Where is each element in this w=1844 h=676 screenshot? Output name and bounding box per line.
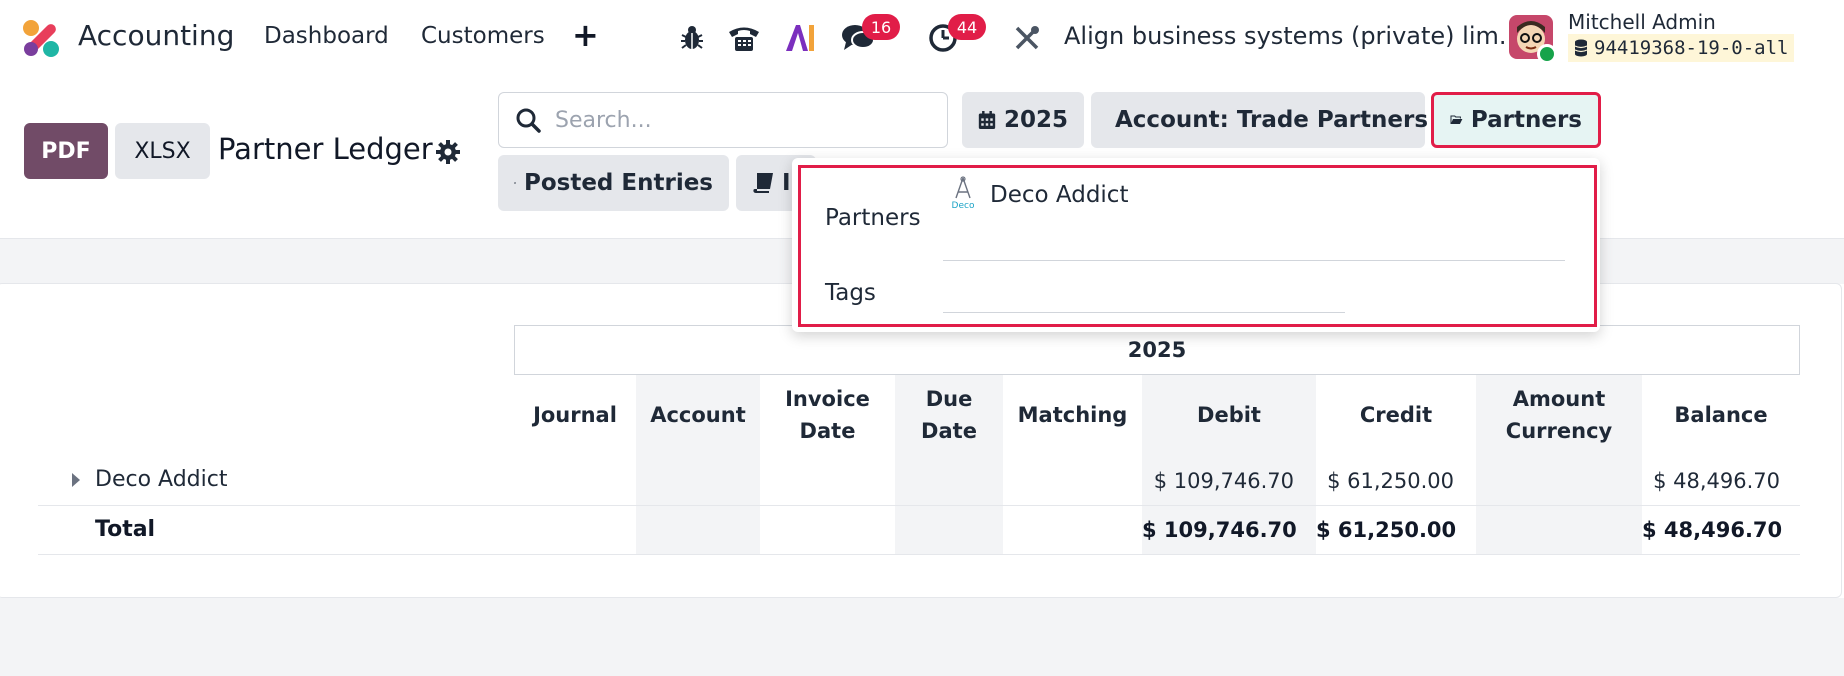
highlight-frame bbox=[798, 165, 1597, 327]
row-divider bbox=[38, 554, 1800, 555]
partners-input-line[interactable] bbox=[943, 260, 1565, 261]
top-navbar: Accounting Dashboard Customers + 16 44 A… bbox=[0, 0, 1844, 76]
calendar-icon bbox=[978, 111, 996, 129]
search-icon bbox=[516, 108, 541, 133]
filter-year-button[interactable]: 2025 bbox=[962, 92, 1084, 148]
caret-right-icon[interactable] bbox=[72, 473, 80, 487]
database-name: 94419368-19-0-all bbox=[1594, 37, 1789, 59]
row-balance: $ 48,496.70 bbox=[1653, 469, 1780, 493]
column-header-matching[interactable]: Matching bbox=[1003, 384, 1142, 446]
folder-open-icon bbox=[1450, 115, 1463, 124]
filter-posted-entries-button[interactable]: Posted Entries bbox=[498, 155, 729, 211]
book-icon bbox=[753, 173, 773, 193]
add-button[interactable]: + bbox=[572, 16, 599, 54]
row-partner-name[interactable]: Deco Addict bbox=[95, 467, 227, 492]
period-header: 2025 bbox=[514, 325, 1800, 375]
pdf-button[interactable]: PDF bbox=[24, 123, 108, 179]
bug-icon[interactable] bbox=[678, 18, 706, 58]
column-header-journal[interactable]: Journal bbox=[514, 384, 636, 446]
gear-icon[interactable] bbox=[434, 138, 462, 166]
filter-account-button[interactable]: Account: Trade Partners bbox=[1091, 92, 1429, 148]
sliders-icon bbox=[514, 182, 516, 184]
database-icon bbox=[1574, 39, 1588, 57]
column-header-balance[interactable]: Balance bbox=[1642, 384, 1800, 446]
search-input[interactable] bbox=[555, 103, 935, 137]
chat-count-badge: 16 bbox=[862, 14, 900, 40]
total-debit: $ 109,746.70 bbox=[1142, 518, 1297, 542]
search-bar[interactable] bbox=[498, 92, 948, 148]
total-credit: $ 61,250.00 bbox=[1316, 518, 1457, 542]
column-header-due-date[interactable]: Due Date bbox=[895, 384, 1003, 446]
svg-text:Deco: Deco bbox=[952, 201, 975, 211]
filter-partners-button[interactable]: Partners bbox=[1431, 92, 1601, 148]
tools-icon[interactable] bbox=[1010, 18, 1044, 58]
app-logo-icon[interactable] bbox=[20, 18, 62, 58]
column-header-credit[interactable]: Credit bbox=[1316, 384, 1476, 446]
page-title: Partner Ledger bbox=[218, 132, 433, 166]
phone-icon[interactable] bbox=[726, 18, 762, 58]
column-header-invoice-date[interactable]: Invoice Date bbox=[760, 384, 895, 446]
filter-partners-label: Partners bbox=[1470, 107, 1582, 133]
database-chip: 94419368-19-0-all bbox=[1568, 34, 1795, 62]
filter-posted-label: Posted Entries bbox=[523, 170, 713, 196]
column-header-amount-currency[interactable]: Amount Currency bbox=[1476, 384, 1642, 446]
app-name[interactable]: Accounting bbox=[78, 19, 234, 52]
filter-account-label: Account: Trade Partners bbox=[1115, 107, 1429, 133]
menu-dashboard[interactable]: Dashboard bbox=[264, 23, 389, 49]
row-debit: $ 109,746.70 bbox=[1153, 469, 1294, 493]
row-divider bbox=[38, 505, 1800, 506]
filter-year-label: 2025 bbox=[1003, 107, 1068, 133]
activity-count-badge: 44 bbox=[948, 14, 986, 40]
filter-journals-label: I bbox=[782, 170, 791, 196]
tags-input-line[interactable] bbox=[943, 312, 1345, 313]
dropdown-partners-label: Partners bbox=[825, 205, 921, 231]
xlsx-button[interactable]: XLSX bbox=[115, 123, 210, 179]
row-credit: $ 61,250.00 bbox=[1327, 469, 1454, 493]
ai-icon[interactable] bbox=[782, 18, 818, 58]
partner-logo-icon: Deco bbox=[952, 176, 975, 211]
menu-customers[interactable]: Customers bbox=[421, 23, 545, 49]
user-name[interactable]: Mitchell Admin bbox=[1568, 10, 1716, 34]
total-balance: $ 48,496.70 bbox=[1642, 518, 1783, 542]
column-header-debit[interactable]: Debit bbox=[1142, 384, 1316, 446]
page-background bbox=[0, 598, 1844, 676]
company-switcher[interactable]: Align business systems (private) lim... bbox=[1064, 22, 1522, 50]
selected-partner-tag[interactable]: Deco Addict bbox=[990, 182, 1128, 208]
column-header-account[interactable]: Account bbox=[636, 384, 760, 446]
dropdown-tags-label: Tags bbox=[825, 280, 876, 306]
online-status-dot bbox=[1537, 44, 1557, 64]
total-label: Total bbox=[95, 517, 156, 542]
